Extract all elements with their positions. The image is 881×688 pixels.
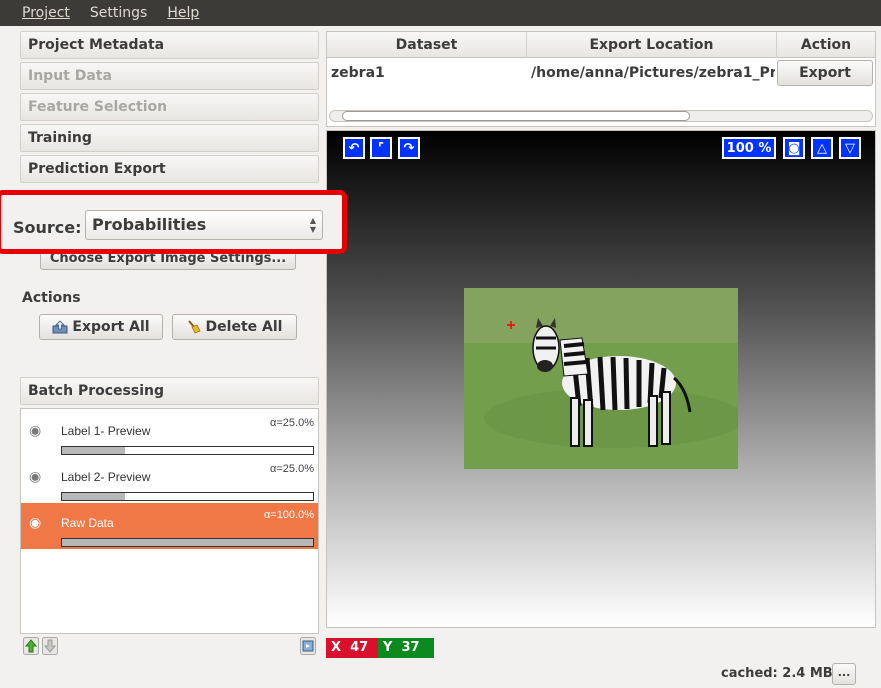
zoom-level[interactable]: 100 %: [722, 137, 776, 159]
eye-icon[interactable]: ◉: [29, 423, 41, 439]
rotate-left-icon[interactable]: ↶: [343, 137, 365, 159]
dataset-cell[interactable]: zebra1: [331, 60, 385, 86]
rotate-right-icon[interactable]: ↷: [398, 137, 420, 159]
zebra-illustration: [464, 288, 738, 469]
table-header: Dataset Export Location Action: [327, 32, 875, 58]
cache-status: cached: 2.4 MB: [721, 666, 833, 681]
broom-icon: [187, 320, 201, 334]
crop-corner-icon[interactable]: ⌜: [370, 137, 392, 159]
move-layer-down-icon[interactable]: [42, 637, 58, 655]
triangle-up-icon[interactable]: △: [811, 137, 833, 159]
source-value: Probabilities: [92, 215, 207, 234]
camera-icon[interactable]: ◙: [783, 137, 805, 159]
layer-item-selected[interactable]: ◉ Raw Data α=100.0%: [21, 503, 318, 549]
layer-alpha: α=100.0%: [263, 509, 314, 521]
y-coordinate-label: Y: [383, 640, 393, 655]
applet-input-data[interactable]: Input Data: [20, 62, 319, 90]
column-header-action[interactable]: Action: [777, 32, 875, 58]
export-all-label: Export All: [72, 319, 150, 335]
x-coordinate-value: 47: [350, 640, 369, 655]
column-header-export-location[interactable]: Export Location: [527, 32, 777, 58]
y-coordinate-value: 37: [401, 640, 420, 655]
source-dropdown[interactable]: Probabilities ▲ ▼: [85, 210, 323, 240]
source-highlight: Source: Probabilities ▲ ▼: [0, 190, 347, 254]
layer-alpha: α=25.0%: [270, 417, 314, 429]
add-layer-icon[interactable]: [300, 637, 316, 655]
opacity-fill: [62, 447, 125, 454]
dataset-table: Dataset Export Location Action zebra1 /h…: [326, 31, 876, 127]
applet-feature-selection[interactable]: Feature Selection: [20, 93, 319, 121]
export-row-button[interactable]: Export: [777, 60, 873, 86]
spinner-arrows-icon: ▲ ▼: [309, 216, 316, 234]
applet-prediction-export[interactable]: Prediction Export: [20, 155, 319, 183]
menu-bar: Project Settings Help: [0, 0, 881, 26]
source-label: Source:: [13, 218, 82, 237]
eye-icon[interactable]: ◉: [29, 469, 41, 485]
actions-title: Actions: [22, 290, 81, 306]
applet-batch-processing[interactable]: Batch Processing: [20, 377, 319, 405]
applet-project-metadata[interactable]: Project Metadata: [20, 31, 319, 59]
more-button[interactable]: ...: [832, 663, 856, 685]
layer-alpha: α=25.0%: [270, 463, 314, 475]
layer-name: Label 1- Preview: [61, 424, 151, 438]
layer-item[interactable]: ◉ Label 1- Preview α=25.0%: [21, 411, 318, 457]
opacity-bar[interactable]: [61, 446, 314, 455]
layer-item[interactable]: ◉ Label 2- Preview α=25.0%: [21, 457, 318, 503]
layer-name: Label 2- Preview: [61, 470, 151, 484]
horizontal-scrollbar[interactable]: [329, 110, 873, 122]
opacity-fill: [62, 539, 313, 546]
opacity-bar[interactable]: [61, 538, 314, 547]
eye-icon[interactable]: ◉: [29, 515, 41, 531]
y-coordinate: Y 37: [378, 638, 434, 658]
scrollbar-thumb[interactable]: [342, 111, 690, 121]
x-coordinate-label: X: [331, 640, 342, 655]
menu-settings[interactable]: Settings: [90, 5, 147, 21]
layer-list: ◉ Label 1- Preview α=25.0% ◉ Label 2- Pr…: [20, 408, 319, 634]
x-coordinate: X 47: [326, 638, 378, 658]
delete-all-label: Delete All: [205, 319, 283, 335]
export-all-button[interactable]: Export All: [39, 314, 163, 340]
move-layer-up-icon[interactable]: [23, 637, 39, 655]
triangle-down-icon[interactable]: ▽: [839, 137, 861, 159]
opacity-bar[interactable]: [61, 492, 314, 501]
column-header-dataset[interactable]: Dataset: [327, 32, 527, 58]
image-viewer[interactable]: ↶ ⌜ ↷ 100 % ◙ △ ▽: [326, 130, 876, 628]
applet-training[interactable]: Training: [20, 124, 319, 152]
layer-name: Raw Data: [61, 516, 114, 530]
export-icon: [52, 320, 68, 334]
zebra-image[interactable]: [464, 288, 738, 469]
menu-help[interactable]: Help: [167, 5, 199, 21]
menu-project[interactable]: Project: [22, 5, 70, 21]
export-location-cell[interactable]: /home/anna/Pictures/zebra1_Pr...: [531, 60, 775, 86]
opacity-fill: [62, 493, 125, 500]
delete-all-button[interactable]: Delete All: [172, 314, 297, 340]
